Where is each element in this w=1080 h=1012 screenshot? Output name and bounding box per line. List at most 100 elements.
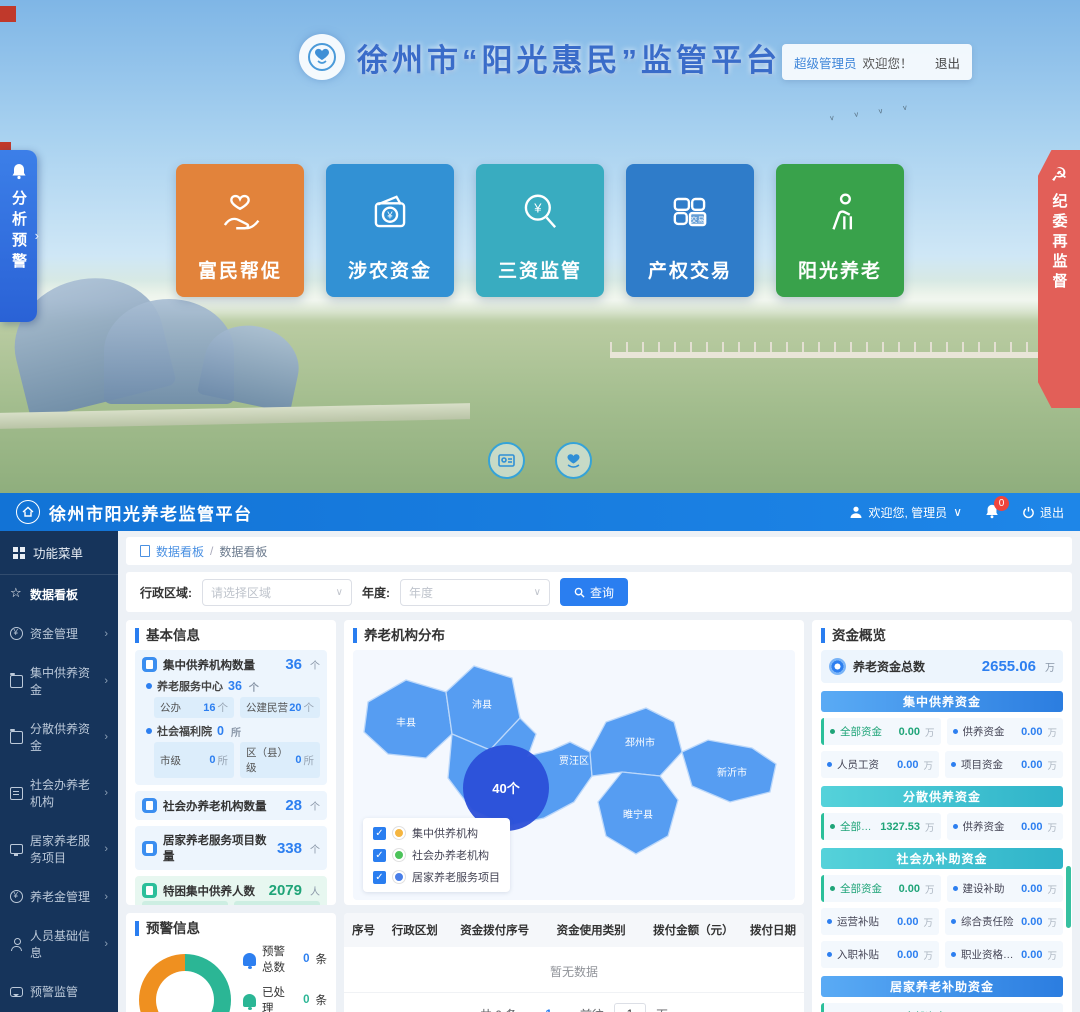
tile-shenong-zijin[interactable]: ¥ 涉农资金	[326, 164, 454, 297]
bridge	[610, 352, 1080, 358]
funds-table-card: 序号 行政区划 资金拨付序号 资金使用类别 拨付金额（元） 拨付日期 暂无数据 …	[344, 913, 804, 1012]
alerts-card: 预警信息 预警总数 0 条	[126, 913, 336, 1012]
svg-text:睢宁县: 睢宁县	[623, 808, 653, 821]
svg-text:邳州市: 邳州市	[625, 736, 655, 749]
care-heart-button[interactable]	[555, 442, 592, 479]
notification-badge: 0	[994, 496, 1009, 511]
stat-chip: 区（县）级0所	[240, 742, 320, 778]
tile-yangguang-yanglao[interactable]: 阳光养老	[776, 164, 904, 297]
tile-label: 阳光养老	[798, 256, 882, 283]
chat-icon	[10, 987, 23, 997]
goto-label: 前往	[580, 1006, 604, 1012]
stat-chip: 市级0所	[154, 742, 234, 778]
discipline-supervision-label: 纪委再监督	[1049, 193, 1070, 293]
current-page[interactable]: 1	[545, 1007, 552, 1012]
discipline-supervision-tab[interactable]: ☭ 纪委再监督 ‹	[1038, 150, 1080, 408]
alerts-donut-chart	[139, 954, 231, 1012]
goto-page-input[interactable]	[614, 1003, 646, 1012]
alerts-title: 预警信息	[135, 921, 327, 936]
user-icon	[849, 505, 863, 519]
tile-label: 涉农资金	[348, 256, 432, 283]
legend-central-orgs: ✓ 集中供养机构	[373, 825, 500, 841]
prev-page-button[interactable]: ‹	[527, 1007, 535, 1012]
sidebar-item-scattered-support-funds[interactable]: 分散供养资金 ›	[0, 709, 118, 765]
tile-label: 三资监管	[498, 256, 582, 283]
caret-down-icon: ∨	[336, 587, 343, 598]
fund-item: 职业资格补贴0.00万	[945, 941, 1063, 968]
doc-badge-icon	[142, 883, 157, 898]
tile-fumin-bangcu[interactable]: 富民帮促	[176, 164, 304, 297]
analysis-alert-tab[interactable]: 分析预警 ›	[0, 150, 37, 322]
portal-logout-button[interactable]: 退出	[935, 53, 960, 72]
folder-icon	[10, 731, 23, 744]
basic-info-title: 基本信息	[135, 628, 327, 643]
portal-user-box: 超级管理员 欢迎您！ 退出	[782, 44, 972, 80]
hand-heart-icon	[214, 186, 266, 238]
tile-label: 富民帮促	[198, 256, 282, 283]
page-icon	[140, 545, 150, 557]
region-filter-label: 行政区域:	[140, 584, 192, 601]
legend-social-orgs: ✓ 社会办养老机构	[373, 847, 500, 863]
doc-badge-icon	[142, 657, 157, 672]
star-icon	[10, 588, 23, 601]
chevron-right-icon: ›	[104, 938, 108, 950]
xuzhou-map: 丰县 沛县 贾汪区 邳州市 新沂市 睢宁县 40个	[353, 650, 795, 900]
region-select[interactable]: 请选择区域 ∨	[202, 579, 352, 606]
sidebar-item-home-care-projects[interactable]: 居家养老服务项目 ›	[0, 821, 118, 877]
search-button[interactable]: 查询	[560, 578, 628, 606]
year-select[interactable]: 年度 ∨	[400, 579, 550, 606]
svg-text:新沂市: 新沂市	[717, 766, 747, 779]
svg-text:40个: 40个	[492, 781, 520, 796]
sidebar-item-social-elder-orgs[interactable]: 社会办养老机构 ›	[0, 765, 118, 821]
fund-item: 运营补贴0.00万	[821, 908, 939, 935]
sidebar-item-pension-mgmt[interactable]: 养老金管理 ›	[0, 877, 118, 916]
notifications-button[interactable]: 0	[984, 503, 1000, 522]
funds-title: 资金概览	[821, 628, 1063, 643]
id-card-button[interactable]	[488, 442, 525, 479]
checkbox-checked[interactable]: ✓	[373, 827, 386, 840]
caret-down-icon: ∨	[953, 505, 962, 519]
logout-button[interactable]: 退出	[1022, 504, 1064, 521]
checkbox-checked[interactable]: ✓	[373, 849, 386, 862]
scrollbar-thumb[interactable]	[1066, 866, 1071, 928]
section-scattered-support: 分散供养资金	[821, 786, 1063, 807]
tile-sanzi-jianguan[interactable]: ¥ 三资监管	[476, 164, 604, 297]
svg-text:沛县: 沛县	[472, 698, 492, 711]
sidebar-item-personnel-info[interactable]: 人员基础信息 ›	[0, 916, 118, 972]
svg-text:交易: 交易	[691, 215, 705, 224]
caret-down-icon: ∨	[534, 587, 541, 598]
id-card-icon	[497, 451, 516, 470]
sidebar-item-central-support-funds[interactable]: 集中供养资金 ›	[0, 653, 118, 709]
social-orgs-block: 社会办养老机构数量 28 个	[135, 791, 327, 820]
bell-icon	[243, 994, 256, 1007]
table-empty-state: 暂无数据	[344, 947, 804, 993]
sidebar-item-alert-supervision[interactable]: 预警监管	[0, 972, 118, 1011]
fund-item: 综合责任险0.00万	[945, 908, 1063, 935]
chevron-right-icon: ›	[104, 731, 108, 743]
section-home-subsidy: 居家养老补助资金	[821, 976, 1063, 997]
alert-total-row: 预警总数 0 条	[243, 943, 327, 975]
app-logo-icon	[16, 500, 40, 524]
next-page-button[interactable]: ›	[562, 1007, 570, 1012]
stat-chip: 公建民营20个	[240, 697, 320, 718]
trade-blocks-icon: 交易	[664, 186, 716, 238]
map-title: 养老机构分布	[353, 628, 795, 643]
portal-logo-icon	[299, 34, 345, 80]
chevron-right-icon: ›	[104, 843, 108, 855]
tile-chanquan-jiaoyi[interactable]: 交易 产权交易	[626, 164, 754, 297]
portal-title: 徐州市“阳光惠民”监管平台	[357, 35, 781, 80]
header-welcome: 欢迎您, 管理员	[869, 504, 948, 521]
fund-item: 全部资金1327.53万	[821, 813, 941, 840]
breadcrumb-root[interactable]: 数据看板	[156, 543, 204, 560]
fund-item: 全部资金0.00万	[821, 718, 941, 745]
sidebar-item-dashboard[interactable]: 数据看板	[0, 575, 118, 614]
funds-overview-card: 资金概览 养老资金总数 2655.06 万 集中供养资金 全部资金0.00万 供…	[812, 620, 1072, 1012]
folder-icon	[10, 675, 23, 688]
elderly-person-icon	[814, 186, 866, 238]
sidebar-item-funds-mgmt[interactable]: 资金管理 ›	[0, 614, 118, 653]
breadcrumb: 数据看板 / 数据看板	[126, 537, 1072, 565]
user-menu[interactable]: 欢迎您, 管理员 ∨	[849, 504, 962, 521]
portal-tiles: 富民帮促 ¥ 涉农资金 ¥ 三资监管	[176, 164, 904, 297]
checkbox-checked[interactable]: ✓	[373, 871, 386, 884]
portal-hero: ᵛ ᵛ ᵛ ᵛ 徐州市“阳光惠民”监管平台 超级管理员 欢迎您！ 退出 富民帮促	[0, 0, 1080, 493]
